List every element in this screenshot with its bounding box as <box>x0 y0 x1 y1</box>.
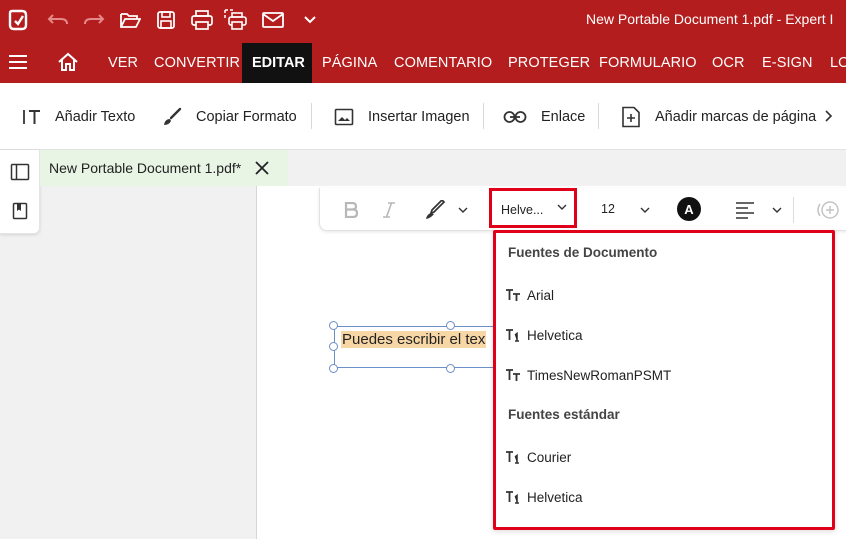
resize-handle[interactable] <box>329 321 338 330</box>
align-chevron-icon[interactable] <box>772 198 782 222</box>
close-icon[interactable] <box>252 158 272 178</box>
toolbar-scroll-right-icon[interactable] <box>822 109 836 123</box>
document-tab[interactable]: New Portable Document 1.pdf* <box>40 150 288 186</box>
brush-icon <box>164 107 182 125</box>
add-bookmark-label: Añadir marcas de página <box>655 108 817 125</box>
highlight-pen-icon[interactable] <box>424 198 448 222</box>
link-button[interactable]: Enlace <box>503 83 585 150</box>
save-icon[interactable] <box>154 8 178 32</box>
text-format-bar: A <box>319 188 846 231</box>
text-box[interactable]: Puedes escribir el tex <box>334 326 509 368</box>
highlight-chevron-icon[interactable] <box>458 198 468 222</box>
menu-convertir[interactable]: CONVERTIR <box>154 55 240 71</box>
menu-editar-label: EDITAR <box>252 55 305 71</box>
type1-font-icon <box>506 451 519 464</box>
resize-handle[interactable] <box>329 364 338 373</box>
font-family-value: Helve... <box>501 203 544 217</box>
align-left-icon[interactable] <box>735 198 755 222</box>
print-icon[interactable] <box>190 8 214 32</box>
edit-toolbar: Añadir Texto Copiar Formato Insertar Ima… <box>0 83 846 150</box>
workspace-background <box>0 186 256 539</box>
window-title: New Portable Document 1.pdf - Expert I <box>586 11 834 27</box>
size-chevron-icon[interactable] <box>640 198 650 222</box>
resize-handle[interactable] <box>329 342 338 351</box>
more-chevron-icon[interactable] <box>298 8 322 32</box>
left-rail <box>0 150 40 234</box>
menu-overflow[interactable]: LO <box>830 55 846 71</box>
standard-fonts-header: Fuentes estándar <box>508 407 620 422</box>
redo-icon[interactable] <box>82 8 106 32</box>
document-fonts-header: Fuentes de Documento <box>508 245 658 260</box>
menu-editar[interactable]: EDITAR <box>242 43 312 83</box>
type1-font-icon <box>506 491 519 504</box>
menu-bar: VER CONVERTIR EDITAR PÁGINA COMENTARIO P… <box>0 40 846 83</box>
panel-toggle-icon[interactable] <box>8 160 32 184</box>
add-circle-icon[interactable] <box>814 198 842 222</box>
menu-formulario[interactable]: FORMULARIO <box>599 55 697 71</box>
image-icon <box>334 108 354 125</box>
italic-icon[interactable] <box>382 198 396 222</box>
bold-icon[interactable] <box>344 198 358 222</box>
insert-image-label: Insertar Imagen <box>368 108 470 125</box>
font-option-label: Helvetica <box>527 489 583 505</box>
font-option-helvetica-standard[interactable]: Helvetica <box>496 479 832 515</box>
truetype-font-icon <box>506 369 520 381</box>
font-color-letter: A <box>684 201 694 217</box>
menu-proteger[interactable]: PROTEGER <box>508 55 590 71</box>
font-option-label: Arial <box>527 287 555 303</box>
font-option-label: Courier <box>527 449 572 465</box>
font-option-label: Helvetica <box>527 327 583 343</box>
format-bar-divider <box>793 197 794 223</box>
resize-handle[interactable] <box>446 321 455 330</box>
menu-comentario[interactable]: COMENTARIO <box>394 55 492 71</box>
home-icon[interactable] <box>56 51 80 73</box>
open-folder-icon[interactable] <box>118 8 142 32</box>
title-bar: New Portable Document 1.pdf - Expert I <box>0 0 846 40</box>
toolbar-divider <box>311 103 312 129</box>
link-icon <box>503 110 527 123</box>
font-option-label: TimesNewRomanPSMT <box>527 367 672 383</box>
font-option-timesnewroman[interactable]: TimesNewRomanPSMT <box>496 357 832 393</box>
font-family-select[interactable]: Helve... <box>489 188 577 228</box>
hamburger-menu-icon[interactable] <box>6 50 30 74</box>
copy-format-label: Copiar Formato <box>196 108 297 125</box>
font-color-button[interactable]: A <box>677 197 701 221</box>
add-text-icon <box>23 109 40 124</box>
menu-ocr[interactable]: OCR <box>712 55 745 71</box>
truetype-font-icon <box>506 289 520 301</box>
type1-font-icon <box>506 329 519 342</box>
font-dropdown: Fuentes de Documento Arial Helvetica Tim… <box>493 230 835 530</box>
email-icon[interactable] <box>261 8 285 32</box>
add-text-label: Añadir Texto <box>55 108 136 125</box>
menu-pagina[interactable]: PÁGINA <box>322 55 377 71</box>
menu-ver[interactable]: VER <box>108 55 138 71</box>
add-bookmark-button[interactable]: Añadir marcas de página <box>621 83 816 150</box>
font-option-helvetica[interactable]: Helvetica <box>496 317 832 353</box>
bookmark-panel-icon[interactable] <box>8 199 32 223</box>
document-tab-label: New Portable Document 1.pdf* <box>49 160 242 176</box>
menu-esign[interactable]: E-SIGN <box>762 55 813 71</box>
resize-handle[interactable] <box>446 364 455 373</box>
add-text-button[interactable]: Añadir Texto <box>22 83 135 150</box>
toolbar-divider <box>598 103 599 129</box>
copy-format-button[interactable]: Copiar Formato <box>162 83 297 150</box>
app-logo-icon[interactable] <box>6 8 30 32</box>
link-label: Enlace <box>541 108 586 125</box>
font-option-arial[interactable]: Arial <box>496 277 832 313</box>
batch-print-icon[interactable] <box>224 8 248 32</box>
undo-icon[interactable] <box>46 8 70 32</box>
font-option-courier[interactable]: Courier <box>496 439 832 475</box>
toolbar-divider <box>483 103 484 129</box>
chevron-down-icon <box>557 204 567 210</box>
font-size-value[interactable]: 12 <box>601 202 615 216</box>
insert-image-button[interactable]: Insertar Imagen <box>334 83 470 150</box>
add-bookmark-icon <box>622 106 640 127</box>
text-box-content[interactable]: Puedes escribir el tex <box>341 331 487 348</box>
